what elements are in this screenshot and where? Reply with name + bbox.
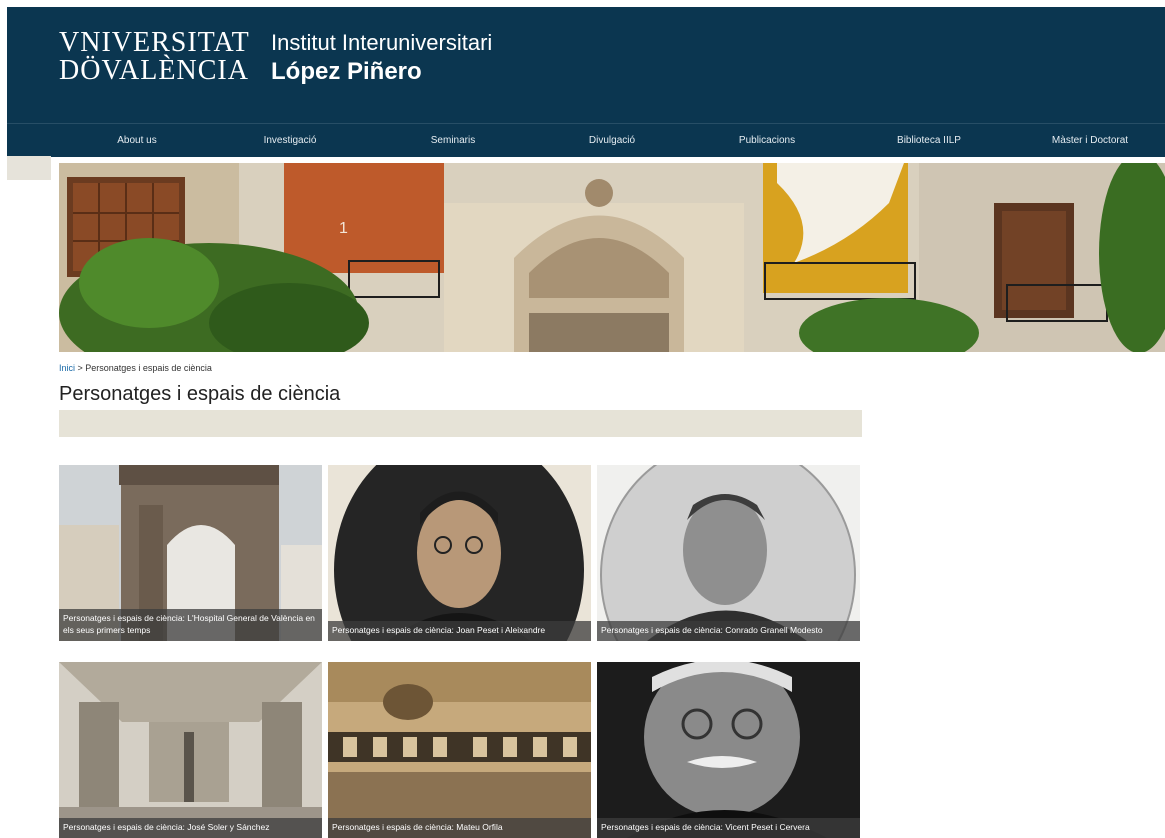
nav-item-master-doctorat[interactable]: Màster i Doctorat [1052,124,1128,157]
card-jose-soler[interactable]: Personatges i espais de ciència: José So… [59,662,322,838]
breadcrumb-current: Personatges i espais de ciència [85,363,212,373]
main-nav: About us Investigació Seminaris Divulgac… [7,123,1165,157]
breadcrumb-separator: > [75,363,86,373]
university-logo[interactable]: VNIVERSITAT DÖVALÈNCIA [59,29,250,85]
card-conrado-granell[interactable]: Personatges i espais de ciència: Conrado… [597,465,860,641]
page-title: Personatges i espais de ciència [59,383,341,405]
university-logo-line2: DÖVALÈNCIA [59,55,249,86]
nav-item-biblioteca[interactable]: Biblioteca IILP [897,124,961,157]
card-image [59,662,322,838]
card-caption: Personatges i espais de ciència: Mateu O… [328,818,591,838]
institute-name-line1: Institut Interuniversitari [271,30,493,55]
title-underline-bar [59,410,862,437]
card-hospital-general[interactable]: Personatges i espais de ciència: L'Hospi… [59,465,322,641]
institute-name[interactable]: Institut Interuniversitari López Piñero [271,29,492,87]
card-caption: Personatges i espais de ciència: L'Hospi… [59,609,322,641]
card-image [328,465,591,641]
card-image [597,465,860,641]
institute-name-line2: López Piñero [271,58,422,85]
breadcrumb-home-link[interactable]: Inici [59,363,75,373]
card-caption: Personatges i espais de ciència: Vicent … [597,818,860,838]
nav-item-investigacio[interactable]: Investigació [264,124,317,157]
side-tab [7,156,51,180]
nav-item-about-us[interactable]: About us [117,124,156,157]
breadcrumb: Inici > Personatges i espais de ciència [59,363,212,373]
card-image [328,662,591,838]
header-banner-image: 1 [59,163,1165,352]
card-caption: Personatges i espais de ciència: José So… [59,818,322,838]
svg-text:1: 1 [339,220,348,237]
card-mateu-orfila[interactable]: Personatges i espais de ciència: Mateu O… [328,662,591,838]
card-joan-peset[interactable]: Personatges i espais de ciència: Joan Pe… [328,465,591,641]
card-caption: Personatges i espais de ciència: Conrado… [597,621,860,641]
university-logo-line1: VNIVERSITAT [59,27,250,58]
nav-item-divulgacio[interactable]: Divulgació [589,124,635,157]
nav-item-publicacions[interactable]: Publicacions [739,124,795,157]
card-caption: Personatges i espais de ciència: Joan Pe… [328,621,591,641]
card-image [597,662,860,838]
nav-item-seminaris[interactable]: Seminaris [431,124,475,157]
site-header: VNIVERSITAT DÖVALÈNCIA Institut Interuni… [7,7,1165,123]
card-vicent-peset[interactable]: Personatges i espais de ciència: Vicent … [597,662,860,838]
